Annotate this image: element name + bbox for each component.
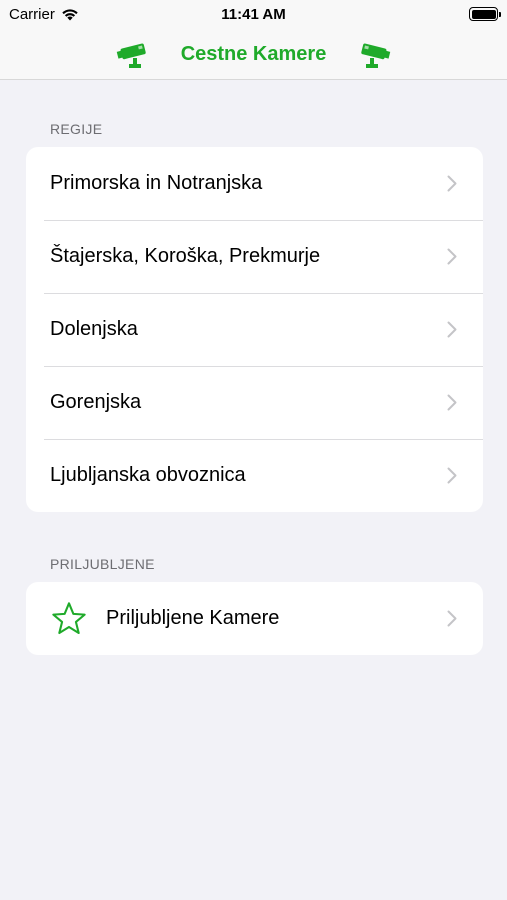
row-label: Gorenjska	[50, 391, 142, 413]
chevron-right-icon	[447, 321, 457, 338]
security-camera-icon	[361, 43, 391, 68]
chevron-right-icon	[447, 394, 457, 411]
row-label: Priljubljene Kamere	[106, 607, 280, 629]
navigation-bar: Cestne Kamere	[0, 30, 507, 80]
favorite-cameras-row[interactable]: Priljubljene Kamere	[26, 582, 483, 655]
row-label: Ljubljanska obvoznica	[50, 464, 246, 486]
star-outline-icon	[52, 601, 86, 634]
nav-title: Cestne Kamere	[180, 43, 327, 65]
region-row-gorenjska[interactable]: Gorenjska	[26, 366, 483, 439]
battery-icon	[469, 7, 501, 21]
security-camera-icon	[116, 43, 146, 68]
region-row-dolenjska[interactable]: Dolenjska	[26, 293, 483, 366]
chevron-right-icon	[447, 610, 457, 627]
chevron-right-icon	[447, 248, 457, 265]
region-row-primorska[interactable]: Primorska in Notranjska	[26, 147, 483, 220]
row-label: Primorska in Notranjska	[50, 172, 263, 194]
favorites-list: Priljubljene Kamere	[26, 582, 483, 655]
status-bar: Carrier 11:41 AM	[0, 0, 507, 30]
chevron-right-icon	[447, 175, 457, 192]
regions-list: Primorska in Notranjska Štajerska, Koroš…	[26, 147, 483, 512]
region-row-ljubljanska-obvoznica[interactable]: Ljubljanska obvoznica	[26, 439, 483, 512]
section-header-regions: REGIJE	[50, 121, 103, 137]
region-row-stajerska[interactable]: Štajerska, Koroška, Prekmurje	[26, 220, 483, 293]
section-header-favorites: PRILJUBLJENE	[50, 556, 155, 572]
status-time: 11:41 AM	[221, 6, 286, 23]
row-label: Štajerska, Koroška, Prekmurje	[50, 245, 321, 267]
row-label: Dolenjska	[50, 318, 138, 340]
chevron-right-icon	[447, 467, 457, 484]
